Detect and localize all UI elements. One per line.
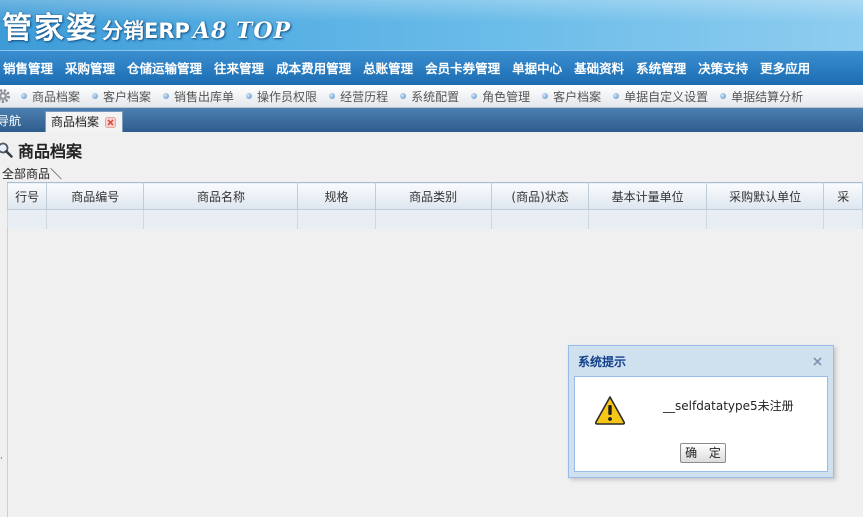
tab-navigation[interactable]: 导航 — [0, 111, 45, 132]
brand-logo: 管家婆 分销ERP A8 TOP — [2, 3, 292, 46]
system-alert-dialog: 系统提示 __selfdatatype5未注册 确 定 — [568, 345, 834, 478]
menu-item-sales[interactable]: 销售管理 — [0, 51, 61, 85]
quick-link-label: 客户档案 — [553, 89, 602, 104]
column-header-row-number[interactable]: 行号 — [7, 182, 48, 210]
menu-item-system[interactable]: 系统管理 — [632, 51, 694, 85]
gear-icon[interactable] — [0, 88, 11, 104]
quick-link-role-management[interactable]: 角色管理 — [471, 88, 530, 105]
page-title: 商品档案 — [0, 139, 82, 161]
column-header-purchase-unit[interactable]: 采购默认单位 — [705, 182, 825, 210]
bullet-icon — [21, 93, 27, 99]
tab-bar: 导航 商品档案 — [0, 108, 863, 132]
menu-item-cost[interactable]: 成本费用管理 — [272, 51, 359, 85]
column-header-spec[interactable]: 规格 — [297, 182, 376, 210]
menu-item-purchase[interactable]: 采购管理 — [61, 51, 123, 85]
dialog-message: __selfdatatype5未注册 — [663, 399, 794, 413]
bullet-icon — [163, 93, 170, 99]
search-icon — [0, 141, 14, 159]
quick-link-label: 经营历程 — [340, 89, 389, 104]
table-cell[interactable] — [705, 209, 825, 229]
breadcrumb[interactable]: 全部商品＼ — [2, 165, 62, 182]
warning-icon — [594, 395, 626, 428]
quick-link-label: 系统配置 — [411, 89, 460, 104]
quick-link-label: 商品档案 — [32, 89, 81, 104]
table-cell[interactable] — [374, 209, 492, 229]
tab-label: 商品档案 — [51, 115, 100, 129]
dialog-header[interactable]: 系统提示 — [569, 346, 833, 376]
table-cell[interactable] — [7, 209, 48, 229]
table-cell[interactable] — [588, 209, 707, 229]
table-cell[interactable] — [490, 209, 590, 229]
menu-item-more[interactable]: 更多应用 — [756, 51, 818, 85]
bullet-icon — [471, 93, 478, 99]
column-header-category[interactable]: 商品类别 — [374, 182, 492, 210]
menu-item-documents[interactable]: 单据中心 — [508, 51, 570, 85]
column-header-truncated[interactable]: 采 — [823, 182, 863, 210]
quick-link-document-custom[interactable]: 单据自定义设置 — [613, 88, 708, 105]
menu-item-ledger[interactable]: 总账管理 — [359, 51, 421, 85]
bullet-icon — [720, 93, 727, 99]
quick-link-system-config[interactable]: 系统配置 — [400, 88, 459, 105]
ok-button[interactable]: 确 定 — [680, 443, 726, 463]
menu-item-basic-data[interactable]: 基础资料 — [570, 51, 632, 85]
bullet-icon — [246, 93, 253, 99]
product-grid: 行号 商品编号 商品名称 规格 商品类别 (商品)状态 基本计量单位 采购默认单… — [7, 182, 863, 229]
brand-name: 管家婆 — [2, 11, 98, 46]
quick-link-customer-archive[interactable]: 客户档案 — [92, 88, 151, 105]
quick-link-sales-outbound[interactable]: 销售出库单 — [163, 88, 234, 105]
table-cell[interactable] — [143, 209, 299, 229]
menu-item-warehouse[interactable]: 仓储运输管理 — [123, 51, 210, 85]
brand-version: A8 TOP — [192, 18, 292, 44]
quick-link-settlement-analysis[interactable]: 单据结算分析 — [720, 88, 803, 105]
column-header-status[interactable]: (商品)状态 — [490, 182, 590, 210]
quick-link-label: 操作员权限 — [257, 89, 318, 104]
column-header-product-code[interactable]: 商品编号 — [46, 182, 145, 210]
quick-link-operator-permissions[interactable]: 操作员权限 — [246, 88, 317, 105]
quick-link-product-archive[interactable]: 商品档案 — [21, 88, 80, 105]
left-divider — [7, 183, 8, 517]
quick-link-label: 角色管理 — [482, 89, 531, 104]
close-icon[interactable] — [812, 356, 823, 367]
table-cell[interactable] — [297, 209, 376, 229]
page-title-text: 商品档案 — [18, 142, 83, 161]
quick-link-label: 单据结算分析 — [731, 89, 804, 104]
table-row[interactable] — [7, 209, 863, 229]
bullet-icon — [329, 93, 336, 99]
app-header: 管家婆 分销ERP A8 TOP — [0, 0, 863, 50]
tab-product-archive[interactable]: 商品档案 — [45, 111, 123, 132]
bullet-icon — [613, 93, 620, 99]
menu-item-membership[interactable]: 会员卡券管理 — [421, 51, 508, 85]
quick-link-label: 客户档案 — [103, 89, 152, 104]
quick-link-customer-archive-2[interactable]: 客户档案 — [542, 88, 601, 105]
dialog-body: __selfdatatype5未注册 确 定 — [574, 376, 828, 472]
main-menu: 销售管理 采购管理 仓储运输管理 往来管理 成本费用管理 总账管理 会员卡券管理… — [0, 50, 863, 85]
splitter-handle[interactable]: · — [0, 454, 3, 464]
table-cell[interactable] — [823, 209, 863, 229]
bullet-icon — [542, 93, 549, 99]
quick-link-label: 销售出库单 — [174, 89, 235, 104]
column-header-product-name[interactable]: 商品名称 — [143, 182, 299, 210]
column-header-base-unit[interactable]: 基本计量单位 — [588, 182, 707, 210]
quick-links-bar: 商品档案 客户档案 销售出库单 操作员权限 经营历程 系统配置 角色管理 客户档… — [0, 85, 863, 108]
menu-item-accounts[interactable]: 往来管理 — [210, 51, 272, 85]
bullet-icon — [400, 93, 407, 99]
menu-item-decision[interactable]: 决策支持 — [694, 51, 756, 85]
bullet-icon — [92, 93, 99, 99]
table-cell[interactable] — [46, 209, 145, 229]
quick-link-business-history[interactable]: 经营历程 — [329, 88, 388, 105]
quick-link-label: 单据自定义设置 — [624, 89, 709, 104]
dialog-title: 系统提示 — [578, 355, 627, 369]
brand-product: 分销ERP — [102, 19, 190, 43]
close-icon[interactable] — [105, 117, 116, 128]
